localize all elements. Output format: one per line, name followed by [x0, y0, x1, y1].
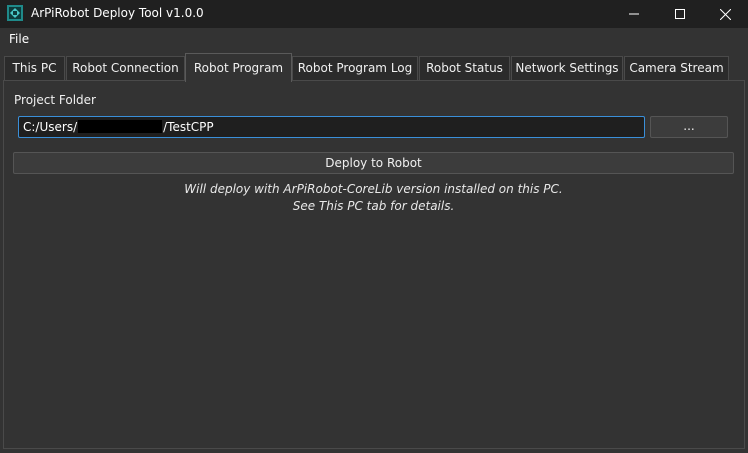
deploy-info-line1: Will deploy with ArPiRobot-CoreLib versi…: [184, 182, 563, 196]
main-window: ArPiRobot Deploy Tool v1.0.0 File This P…: [0, 0, 748, 453]
deploy-button[interactable]: Deploy to Robot: [13, 152, 734, 174]
title-bar[interactable]: ArPiRobot Deploy Tool v1.0.0: [0, 0, 748, 28]
deploy-info: Will deploy with ArPiRobot-CoreLib versi…: [13, 181, 734, 215]
redacted-username: [78, 120, 163, 133]
tab-bar: This PC Robot Connection Robot Program R…: [0, 53, 748, 82]
folder-path-suffix: /TestCPP: [163, 120, 214, 134]
close-button[interactable]: [702, 0, 748, 28]
project-folder-input[interactable]: C:/Users/ /TestCPP: [18, 116, 645, 138]
menu-bar: File: [0, 28, 748, 50]
deploy-info-line2: See This PC tab for details.: [292, 199, 455, 213]
project-folder-label: Project Folder: [14, 93, 96, 107]
tab-camera-stream[interactable]: Camera Stream: [624, 56, 729, 80]
arpirobot-icon: [7, 5, 23, 21]
menu-file[interactable]: File: [9, 32, 29, 46]
maximize-button[interactable]: [657, 0, 703, 28]
maximize-icon: [675, 9, 685, 19]
tab-network-settings[interactable]: Network Settings: [511, 56, 623, 80]
tab-robot-program-log[interactable]: Robot Program Log: [292, 56, 418, 80]
minimize-button[interactable]: [611, 0, 657, 28]
tab-robot-status[interactable]: Robot Status: [419, 56, 510, 80]
folder-path-prefix: C:/Users/: [23, 120, 78, 134]
tab-this-pc[interactable]: This PC: [4, 56, 65, 80]
minimize-icon: [629, 9, 639, 19]
browse-button[interactable]: ...: [650, 116, 728, 138]
tab-robot-program[interactable]: Robot Program: [185, 53, 292, 82]
window-title: ArPiRobot Deploy Tool v1.0.0: [31, 6, 204, 20]
close-icon: [719, 8, 731, 20]
tab-robot-connection[interactable]: Robot Connection: [66, 56, 185, 80]
